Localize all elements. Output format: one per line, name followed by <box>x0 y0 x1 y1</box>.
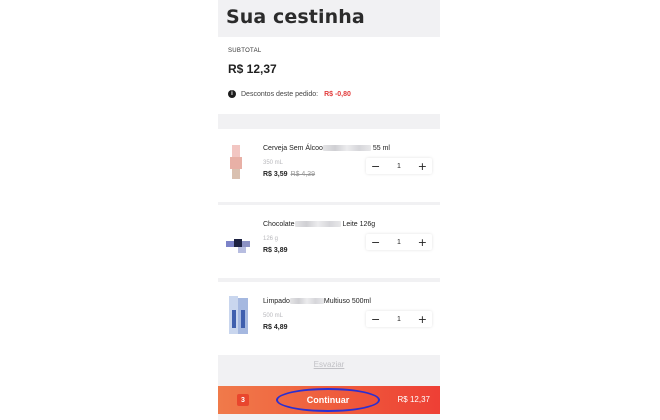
item-size: 350 mL <box>263 160 284 166</box>
blurred-text <box>322 145 371 152</box>
item-size: 126 g <box>263 236 279 242</box>
discount-value: R$ -0,80 <box>324 90 351 98</box>
page-title: Sua cestinha <box>226 6 365 28</box>
blurred-text <box>294 221 341 228</box>
item-price-row: R$ 3,59 R$ 4,39 <box>263 171 315 178</box>
order-summary-card: SUBTOTAL R$ 12,37 i Descontos deste pedi… <box>218 37 440 114</box>
increase-button[interactable]: + <box>418 237 427 248</box>
cart-item: Limpado Multiuso 500ml 500 mL R$ 4,89 − 1… <box>218 282 440 355</box>
increase-button[interactable]: + <box>418 314 427 325</box>
continue-button[interactable]: Continuar <box>276 388 380 412</box>
increase-button[interactable]: + <box>418 161 427 172</box>
total-price: R$ 12,37 <box>397 395 430 404</box>
continue-label: Continuar <box>306 395 350 405</box>
quantity-value: 1 <box>397 162 401 170</box>
blurred-text <box>289 298 324 305</box>
quantity-value: 1 <box>397 315 401 323</box>
item-price: R$ 3,59 <box>263 171 288 178</box>
clear-cart-link[interactable]: Esvaziar <box>218 360 440 369</box>
quantity-stepper: − 1 + <box>366 311 432 327</box>
item-price: R$ 3,89 <box>263 247 288 254</box>
subtotal-value: R$ 12,37 <box>228 62 277 76</box>
item-price: R$ 4,89 <box>263 324 288 331</box>
product-image <box>226 219 250 259</box>
item-name[interactable]: Chocolate Leite 126g <box>263 221 375 228</box>
quantity-value: 1 <box>397 238 401 246</box>
quantity-stepper: − 1 + <box>366 234 432 250</box>
item-price-row: R$ 4,89 <box>263 324 288 331</box>
continue-bar[interactable]: 3 Continuar R$ 12,37 <box>218 386 440 414</box>
subtotal-label: SUBTOTAL <box>228 48 262 54</box>
item-size: 500 mL <box>263 313 284 319</box>
item-count-badge: 3 <box>237 394 249 406</box>
item-price-row: R$ 3,89 <box>263 247 288 254</box>
item-old-price: R$ 4,39 <box>290 171 316 178</box>
cart-screen: Sua cestinha SUBTOTAL R$ 12,37 i Descont… <box>218 0 440 420</box>
decrease-button[interactable]: − <box>371 237 380 248</box>
cart-item: Cerveja Sem Álcoo 55 ml 350 mL R$ 3,59 R$… <box>218 129 440 202</box>
quantity-stepper: − 1 + <box>366 158 432 174</box>
discount-row: i Descontos deste pedido: R$ -0,80 <box>228 90 351 98</box>
item-name[interactable]: Limpado Multiuso 500ml <box>263 298 371 305</box>
info-icon[interactable]: i <box>228 90 236 98</box>
decrease-button[interactable]: − <box>371 314 380 325</box>
decrease-button[interactable]: − <box>371 161 380 172</box>
product-image <box>226 296 250 336</box>
discount-label: Descontos deste pedido: <box>241 90 319 98</box>
item-name[interactable]: Cerveja Sem Álcoo 55 ml <box>263 145 390 152</box>
cart-item: Chocolate Leite 126g 126 g R$ 3,89 − 1 + <box>218 205 440 278</box>
product-image <box>226 143 250 183</box>
